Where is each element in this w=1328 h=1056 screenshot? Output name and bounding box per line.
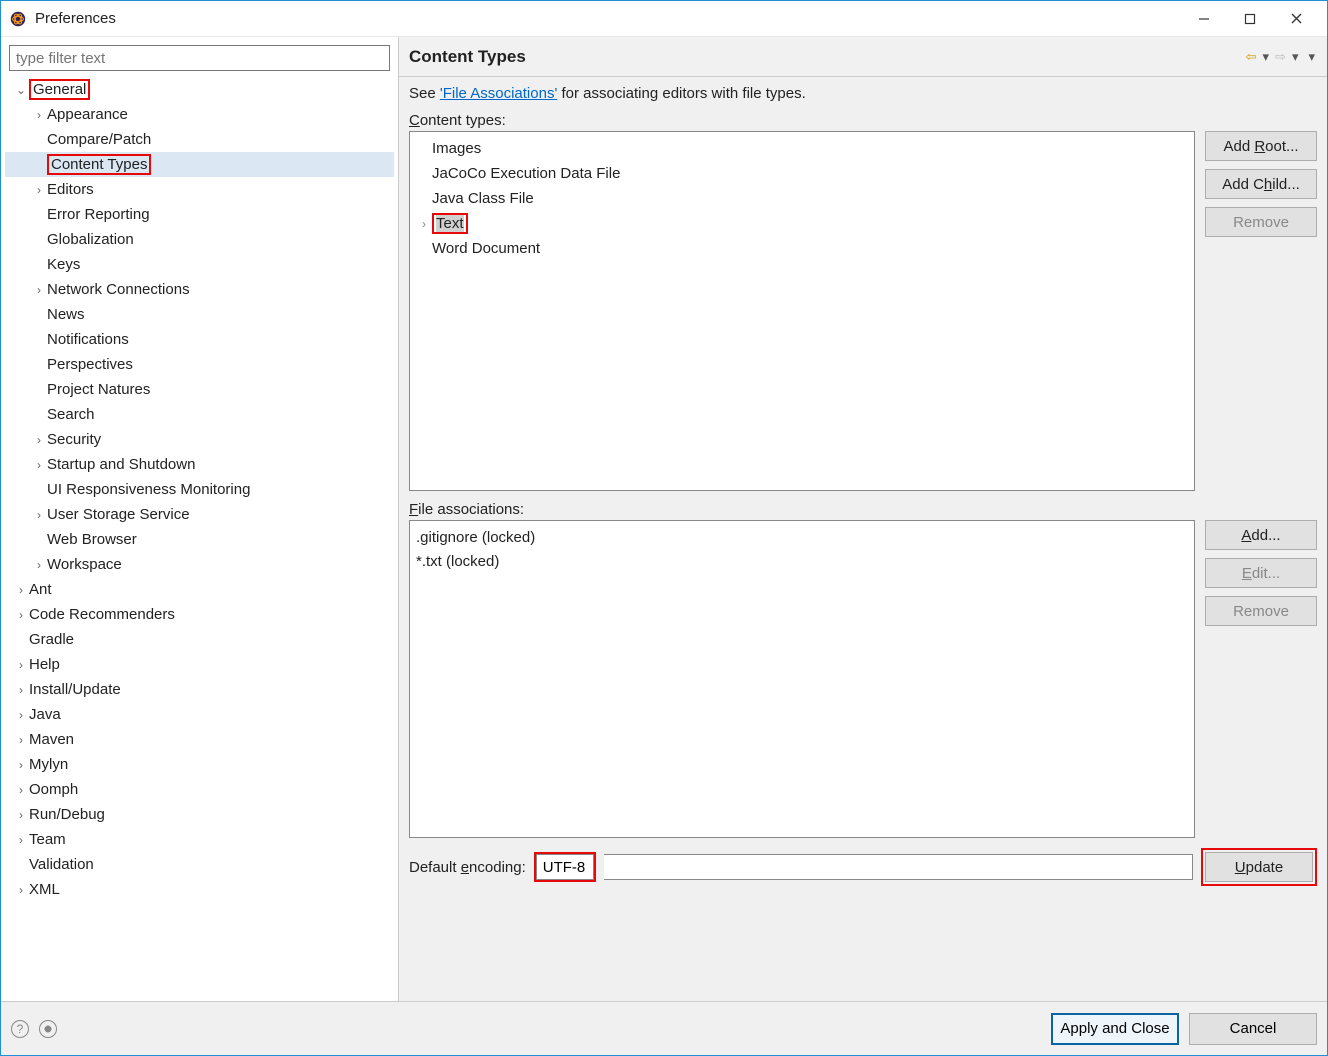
add-fa-button[interactable]: Add...	[1205, 520, 1317, 550]
tree-item[interactable]: Notifications	[5, 327, 394, 352]
left-panel: ⌄General›AppearanceCompare/PatchContent …	[1, 37, 399, 1001]
file-assoc-label: File associations:	[409, 501, 1317, 518]
minimize-button[interactable]	[1181, 4, 1227, 34]
tree-item[interactable]: ›Oomph	[5, 777, 394, 802]
edit-fa-button[interactable]: Edit...	[1205, 558, 1317, 588]
tree-item[interactable]: Search	[5, 402, 394, 427]
window-title: Preferences	[35, 10, 1181, 27]
file-assoc-item[interactable]: *.txt (locked)	[416, 549, 1188, 573]
encoding-input[interactable]	[536, 854, 594, 880]
tree-item[interactable]: ›Run/Debug	[5, 802, 394, 827]
file-associations-link[interactable]: 'File Associations'	[440, 85, 557, 102]
right-panel: Content Types ⇦▾ ⇨▾ ▾ See 'File Associat…	[399, 37, 1327, 1001]
content-type-item[interactable]: Java Class File	[416, 186, 1188, 211]
tree-item[interactable]: ›Ant	[5, 577, 394, 602]
tree-item[interactable]: News	[5, 302, 394, 327]
tree-item[interactable]: ›XML	[5, 877, 394, 902]
tree-item[interactable]: ›Mylyn	[5, 752, 394, 777]
tree-item[interactable]: Keys	[5, 252, 394, 277]
tree-item[interactable]: Globalization	[5, 227, 394, 252]
footer: ? Apply and Close Cancel	[1, 1001, 1327, 1055]
content-type-item[interactable]: Images	[416, 136, 1188, 161]
tree-item[interactable]: ›Network Connections	[5, 277, 394, 302]
tree-item[interactable]: ›Team	[5, 827, 394, 852]
tree-item[interactable]: ⌄General	[5, 77, 394, 102]
add-root-button[interactable]: Add Root...	[1205, 131, 1317, 161]
tree-item[interactable]: ›Security	[5, 427, 394, 452]
page-title: Content Types	[409, 47, 1244, 67]
tree-item[interactable]: ›Workspace	[5, 552, 394, 577]
content-types-list[interactable]: ImagesJaCoCo Execution Data FileJava Cla…	[409, 131, 1195, 491]
update-button[interactable]: Update	[1205, 852, 1313, 882]
preferences-tree[interactable]: ⌄General›AppearanceCompare/PatchContent …	[5, 75, 394, 995]
encoding-label: Default encoding:	[409, 859, 526, 876]
back-icon[interactable]: ⇦	[1244, 49, 1259, 65]
maximize-button[interactable]	[1227, 4, 1273, 34]
tree-item[interactable]: ›User Storage Service	[5, 502, 394, 527]
tree-item[interactable]: UI Responsiveness Monitoring	[5, 477, 394, 502]
forward-icon[interactable]: ⇨	[1273, 49, 1288, 65]
content-type-item[interactable]: ›Text	[416, 211, 1188, 236]
titlebar: Preferences	[1, 1, 1327, 37]
view-menu-icon[interactable]: ▾	[1306, 49, 1317, 65]
description: See 'File Associations' for associating …	[409, 85, 1317, 102]
filter-input[interactable]	[9, 45, 390, 71]
tree-item[interactable]: ›Editors	[5, 177, 394, 202]
tree-item[interactable]: ›Code Recommenders	[5, 602, 394, 627]
tree-item[interactable]: ›Java	[5, 702, 394, 727]
help-icon[interactable]: ?	[11, 1020, 29, 1038]
header-nav: ⇦▾ ⇨▾ ▾	[1244, 49, 1317, 65]
file-assoc-item[interactable]: .gitignore (locked)	[416, 525, 1188, 549]
tree-item[interactable]: ›Install/Update	[5, 677, 394, 702]
tree-item[interactable]: ›Help	[5, 652, 394, 677]
file-associations-list[interactable]: .gitignore (locked)*.txt (locked)	[409, 520, 1195, 838]
tree-item[interactable]: Validation	[5, 852, 394, 877]
tree-item[interactable]: Gradle	[5, 627, 394, 652]
add-child-button[interactable]: Add Child...	[1205, 169, 1317, 199]
tree-item[interactable]: Web Browser	[5, 527, 394, 552]
eclipse-icon	[9, 10, 27, 28]
content-types-label: Content types:	[409, 112, 1317, 129]
tree-item[interactable]: Perspectives	[5, 352, 394, 377]
content-type-item[interactable]: Word Document	[416, 236, 1188, 261]
apply-close-button[interactable]: Apply and Close	[1051, 1013, 1179, 1045]
remove-fa-button[interactable]: Remove	[1205, 596, 1317, 626]
cancel-button[interactable]: Cancel	[1189, 1013, 1317, 1045]
back-menu-icon[interactable]: ▾	[1261, 49, 1272, 65]
import-export-icon[interactable]	[39, 1020, 57, 1038]
close-button[interactable]	[1273, 4, 1319, 34]
tree-item[interactable]: ›Startup and Shutdown	[5, 452, 394, 477]
content-type-item[interactable]: JaCoCo Execution Data File	[416, 161, 1188, 186]
tree-item[interactable]: ›Appearance	[5, 102, 394, 127]
tree-item[interactable]: ›Maven	[5, 727, 394, 752]
tree-item[interactable]: Error Reporting	[5, 202, 394, 227]
remove-ct-button[interactable]: Remove	[1205, 207, 1317, 237]
tree-item[interactable]: Content Types	[5, 152, 394, 177]
forward-menu-icon[interactable]: ▾	[1290, 49, 1301, 65]
tree-item[interactable]: Compare/Patch	[5, 127, 394, 152]
tree-item[interactable]: Project Natures	[5, 377, 394, 402]
encoding-input-ext[interactable]	[604, 854, 1193, 880]
